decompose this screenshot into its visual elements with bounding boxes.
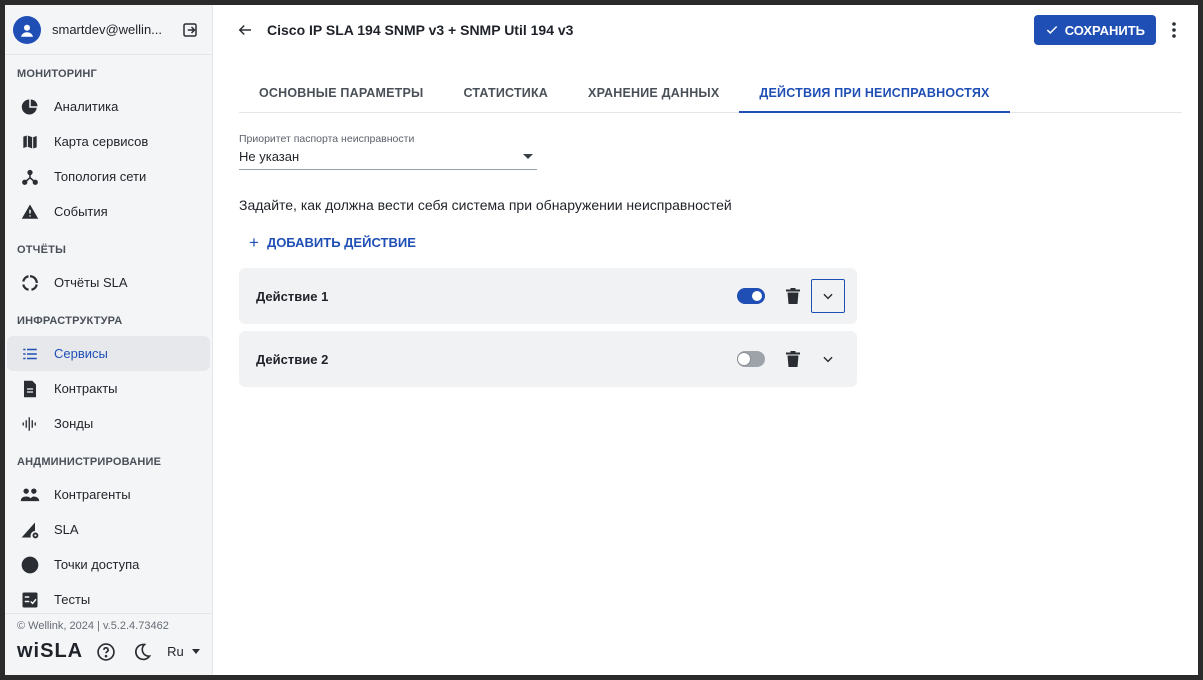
people-icon bbox=[19, 484, 41, 506]
sidebar-item-label: Карта сервисов bbox=[54, 134, 149, 149]
sidebar-item-label: Сервисы bbox=[54, 346, 108, 361]
circle-icon bbox=[19, 554, 41, 576]
sidebar-item-access-points[interactable]: Точки доступа bbox=[7, 547, 210, 582]
wisla-logo: wiSLA bbox=[17, 640, 84, 662]
tab-statistics[interactable]: СТАТИСТИКА bbox=[443, 74, 568, 112]
sidebar-item-sla-reports[interactable]: Отчёты SLA bbox=[7, 265, 210, 300]
tab-fault-actions[interactable]: ДЕЙСТВИЯ ПРИ НЕИСПРАВНОСТЯХ bbox=[739, 74, 1010, 113]
trash-icon[interactable] bbox=[783, 348, 803, 370]
dropdown-arrow-icon bbox=[523, 154, 533, 159]
document-icon bbox=[19, 378, 41, 400]
sidebar-item-service-map[interactable]: Карта сервисов bbox=[7, 124, 210, 159]
logout-icon[interactable] bbox=[180, 20, 200, 40]
user-icon bbox=[21, 24, 33, 37]
sidebar-footer: © Wellink, 2024 | v.5.2.4.73462 wiSLA Ru bbox=[5, 613, 212, 675]
user-row: smartdev@wellin... bbox=[5, 5, 212, 55]
tab-bar: ОСНОВНЫЕ ПАРАМЕТРЫ СТАТИСТИКА ХРАНЕНИЕ Д… bbox=[239, 55, 1182, 113]
action-name: Действие 2 bbox=[256, 351, 329, 367]
add-action-button[interactable]: + ДОБАВИТЬ ДЕЙСТВИЕ bbox=[249, 234, 1198, 251]
priority-select[interactable]: Приоритет паспорта неисправности Не указ… bbox=[239, 133, 537, 170]
sidebar-item-services[interactable]: Сервисы bbox=[7, 336, 210, 371]
pie-chart-icon bbox=[19, 96, 41, 118]
chevron-down-icon[interactable] bbox=[811, 342, 845, 376]
sidebar-item-label: События bbox=[54, 204, 108, 219]
sidebar-item-label: Топология сети bbox=[54, 169, 147, 184]
plus-icon: + bbox=[249, 233, 259, 252]
action-enabled-toggle[interactable] bbox=[737, 288, 765, 304]
probe-icon bbox=[19, 413, 41, 435]
header: Cisco IP SLA 194 SNMP v3 + SNMP Util 194… bbox=[213, 5, 1198, 55]
action-enabled-toggle[interactable] bbox=[737, 351, 765, 367]
dark-mode-icon[interactable] bbox=[131, 641, 153, 663]
page-title: Cisco IP SLA 194 SNMP v3 + SNMP Util 194… bbox=[267, 22, 574, 38]
sidebar: smartdev@wellin... МОНИТОРИНГ Аналитика … bbox=[5, 5, 213, 675]
action-card[interactable]: Действие 1 bbox=[239, 268, 857, 324]
checklist-icon bbox=[19, 589, 41, 611]
chevron-down-icon[interactable] bbox=[811, 279, 845, 313]
list-icon bbox=[19, 343, 41, 365]
tab-content: Приоритет паспорта неисправности Не указ… bbox=[213, 133, 1198, 387]
sidebar-section-infrastructure: ИНФРАСТРУКТУРА Сервисы Контракты Зонды bbox=[5, 306, 212, 441]
map-icon bbox=[19, 131, 41, 153]
sidebar-item-topology[interactable]: Топология сети bbox=[7, 159, 210, 194]
trash-icon[interactable] bbox=[783, 285, 803, 307]
save-button-label: СОХРАНИТЬ bbox=[1064, 22, 1145, 38]
save-button[interactable]: СОХРАНИТЬ bbox=[1033, 15, 1156, 45]
section-title: МОНИТОРИНГ bbox=[17, 68, 97, 80]
priority-select-label: Приоритет паспорта неисправности bbox=[239, 133, 415, 145]
sidebar-section-reports: ОТЧЁТЫ Отчёты SLA bbox=[5, 235, 212, 300]
sidebar-item-label: Зонды bbox=[54, 416, 94, 431]
back-arrow-icon[interactable] bbox=[233, 18, 257, 42]
sidebar-item-analytics[interactable]: Аналитика bbox=[7, 89, 210, 124]
action-card[interactable]: Действие 2 bbox=[239, 331, 857, 387]
sidebar-item-events[interactable]: События bbox=[7, 194, 210, 229]
sidebar-item-label: Отчёты SLA bbox=[54, 275, 128, 290]
sidebar-item-sla[interactable]: SLA bbox=[7, 512, 210, 547]
section-title: ОТЧЁТЫ bbox=[17, 244, 67, 256]
more-menu-icon[interactable] bbox=[1164, 15, 1184, 45]
tab-data-storage[interactable]: ХРАНЕНИЕ ДАННЫХ bbox=[568, 74, 739, 112]
sidebar-item-label: Контракты bbox=[54, 381, 118, 396]
sidebar-item-label: Аналитика bbox=[54, 99, 119, 114]
check-icon bbox=[1045, 23, 1059, 37]
sidebar-item-counterparties[interactable]: Контрагенты bbox=[7, 477, 210, 512]
report-ring-icon bbox=[19, 272, 41, 294]
priority-select-value: Не указан bbox=[239, 149, 300, 164]
language-select[interactable]: Ru bbox=[167, 644, 200, 659]
user-email[interactable]: smartdev@wellin... bbox=[52, 22, 180, 37]
warning-icon bbox=[19, 201, 41, 223]
sidebar-item-contracts[interactable]: Контракты bbox=[7, 371, 210, 406]
sla-settings-icon bbox=[19, 519, 41, 541]
main-content: Cisco IP SLA 194 SNMP v3 + SNMP Util 194… bbox=[213, 5, 1198, 675]
sidebar-section-monitoring: МОНИТОРИНГ Аналитика Карта сервисов Топо… bbox=[5, 59, 212, 229]
section-title: АНДМИНИСТРИРОВАНИЕ bbox=[17, 456, 162, 468]
topology-icon bbox=[19, 166, 41, 188]
tab-main-parameters[interactable]: ОСНОВНЫЕ ПАРАМЕТРЫ bbox=[239, 74, 443, 112]
sidebar-item-label: Контрагенты bbox=[54, 487, 131, 502]
sidebar-item-label: Точки доступа bbox=[54, 557, 140, 572]
section-title: ИНФРАСТРУКТУРА bbox=[17, 315, 123, 327]
sidebar-item-label: Тесты bbox=[54, 592, 91, 607]
sidebar-item-tests[interactable]: Тесты bbox=[7, 582, 210, 617]
avatar[interactable] bbox=[13, 15, 41, 44]
chevron-down-icon bbox=[191, 649, 200, 654]
sidebar-item-label: SLA bbox=[54, 522, 79, 537]
language-value: Ru bbox=[167, 644, 184, 659]
sidebar-section-administration: АНДМИНИСТРИРОВАНИЕ Контрагенты SLA Точки… bbox=[5, 447, 212, 617]
sidebar-item-probes[interactable]: Зонды bbox=[7, 406, 210, 441]
copyright: © Wellink, 2024 | v.5.2.4.73462 bbox=[17, 620, 169, 632]
actions-hint: Задайте, как должна вести себя система п… bbox=[239, 197, 732, 213]
actions-list: Действие 1 Действие 2 bbox=[239, 268, 857, 387]
app-window: smartdev@wellin... МОНИТОРИНГ Аналитика … bbox=[5, 5, 1198, 675]
add-action-label: ДОБАВИТЬ ДЕЙСТВИЕ bbox=[266, 235, 416, 250]
help-icon[interactable] bbox=[95, 641, 117, 663]
action-name: Действие 1 bbox=[256, 288, 329, 304]
